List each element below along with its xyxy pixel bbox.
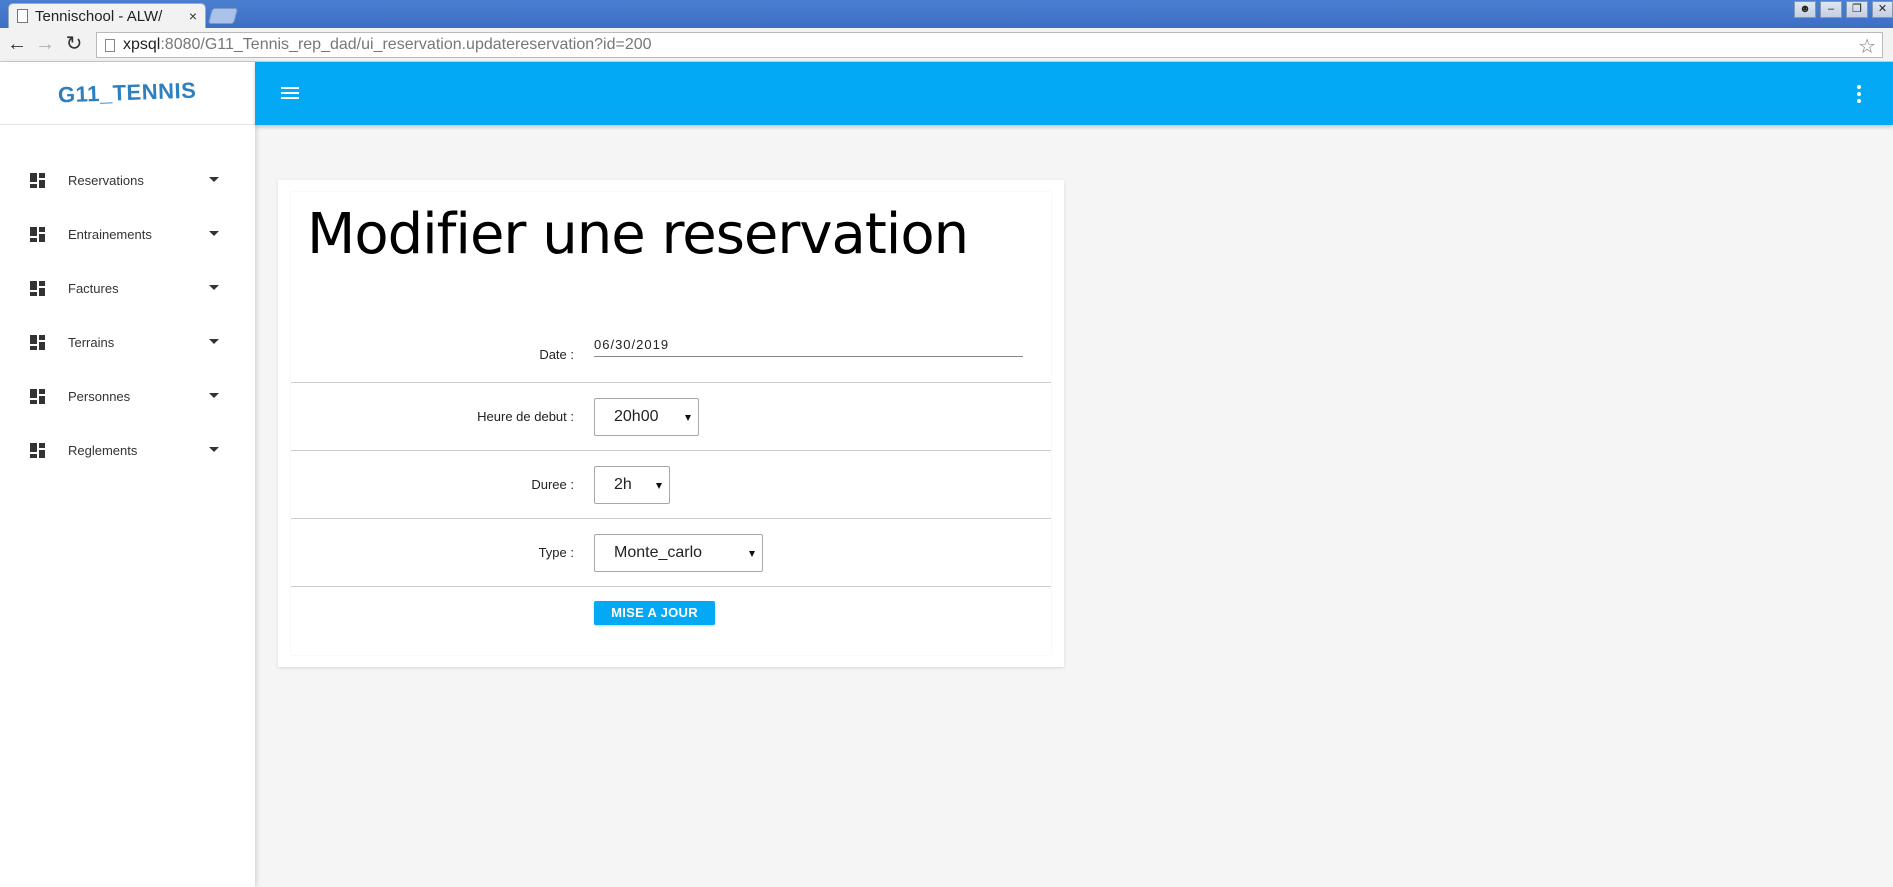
sidebar-menu: Reservations Entrainements Factures Terr… xyxy=(0,125,255,477)
dropdown-arrow-icon xyxy=(656,483,662,489)
app-logo[interactable]: G11_TENNIS xyxy=(0,62,255,125)
tab-close-icon[interactable]: × xyxy=(189,8,197,24)
dashboard-icon xyxy=(30,334,45,350)
caret-down-icon xyxy=(209,393,219,398)
url-host: xpsql xyxy=(123,36,161,53)
address-bar[interactable]: xpsql :8080/G11_Tennis_rep_dad/ui_reserv… xyxy=(96,32,1883,58)
sidebar-item-terrains[interactable]: Terrains xyxy=(0,315,255,369)
reload-icon[interactable]: ↻ xyxy=(63,33,85,55)
sidebar-item-label: Terrains xyxy=(68,334,115,350)
type-row: Type : Monte_carlo xyxy=(291,519,1051,587)
duration-label: Duree : xyxy=(531,477,574,492)
caret-down-icon xyxy=(209,231,219,236)
start-time-select[interactable]: 20h00 xyxy=(594,398,699,436)
start-time-value: 20h00 xyxy=(614,408,659,425)
date-label: Date : xyxy=(539,347,574,362)
sidebar-item-label: Reglements xyxy=(68,442,138,458)
dashboard-icon xyxy=(30,226,45,242)
form-container: Modifier une reservation Date : 06/30/20… xyxy=(291,192,1051,655)
caret-down-icon xyxy=(209,339,219,344)
update-button[interactable]: MISE A JOUR xyxy=(594,601,715,625)
type-value: Monte_carlo xyxy=(614,544,703,561)
duration-select[interactable]: 2h xyxy=(594,466,670,504)
caret-down-icon xyxy=(209,285,219,290)
dashboard-icon xyxy=(30,280,45,296)
dashboard-icon xyxy=(30,388,45,404)
dropdown-arrow-icon xyxy=(685,415,691,421)
back-icon[interactable]: ← xyxy=(6,33,28,55)
hamburger-icon[interactable] xyxy=(281,87,299,99)
sidebar-item-label: Entrainements xyxy=(68,226,152,242)
sidebar-item-entrainements[interactable]: Entrainements xyxy=(0,207,255,261)
url-path: :8080/G11_Tennis_rep_dad/ui_reservation.… xyxy=(160,36,652,53)
browser-tab-bar: Tennischool - ALW/ × ☻ – ❐ ✕ xyxy=(0,0,1893,28)
sidebar-item-label: Personnes xyxy=(68,388,131,404)
start-time-label: Heure de debut : xyxy=(477,409,574,424)
restore-button[interactable]: ❐ xyxy=(1846,1,1868,18)
dashboard-icon xyxy=(30,442,45,458)
forward-icon[interactable]: → xyxy=(34,33,56,55)
document-icon xyxy=(17,9,28,23)
tab-title: Tennischool - ALW/ xyxy=(35,7,163,25)
sidebar-item-factures[interactable]: Factures xyxy=(0,261,255,315)
dashboard-icon xyxy=(30,172,45,188)
bookmark-star-icon[interactable]: ☆ xyxy=(1858,34,1876,59)
page-icon xyxy=(105,38,115,52)
close-window-button[interactable]: ✕ xyxy=(1872,1,1893,18)
minimize-button[interactable]: – xyxy=(1820,1,1842,18)
app-bar xyxy=(255,62,1893,125)
caret-down-icon xyxy=(209,177,219,182)
sidebar-item-personnes[interactable]: Personnes xyxy=(0,369,255,423)
sidebar-item-label: Reservations xyxy=(68,172,144,188)
sidebar-item-label: Factures xyxy=(68,280,119,296)
sidebar-item-reservations[interactable]: Reservations xyxy=(0,153,255,207)
type-select[interactable]: Monte_carlo xyxy=(594,534,763,572)
sidebar: G11_TENNIS Reservations Entrainements Fa… xyxy=(0,62,255,887)
start-time-row: Heure de debut : 20h00 xyxy=(291,383,1051,451)
new-tab-button[interactable] xyxy=(207,8,239,24)
duration-value: 2h xyxy=(614,476,632,493)
duration-row: Duree : 2h xyxy=(291,451,1051,519)
date-input[interactable]: 06/30/2019 xyxy=(594,337,1023,357)
more-vert-icon[interactable] xyxy=(1856,85,1862,103)
type-label: Type : xyxy=(538,545,574,560)
browser-toolbar: ← → ↻ xpsql :8080/G11_Tennis_rep_dad/ui_… xyxy=(0,28,1893,62)
form-card: Modifier une reservation Date : 06/30/20… xyxy=(278,180,1064,667)
date-row: Date : 06/30/2019 xyxy=(291,192,1051,383)
logo-text: G11_TENNIS xyxy=(57,77,198,108)
caret-down-icon xyxy=(209,447,219,452)
user-icon[interactable]: ☻ xyxy=(1794,1,1816,18)
dropdown-arrow-icon xyxy=(749,551,755,557)
browser-tab[interactable]: Tennischool - ALW/ × xyxy=(8,3,206,28)
sidebar-item-reglements[interactable]: Reglements xyxy=(0,423,255,477)
